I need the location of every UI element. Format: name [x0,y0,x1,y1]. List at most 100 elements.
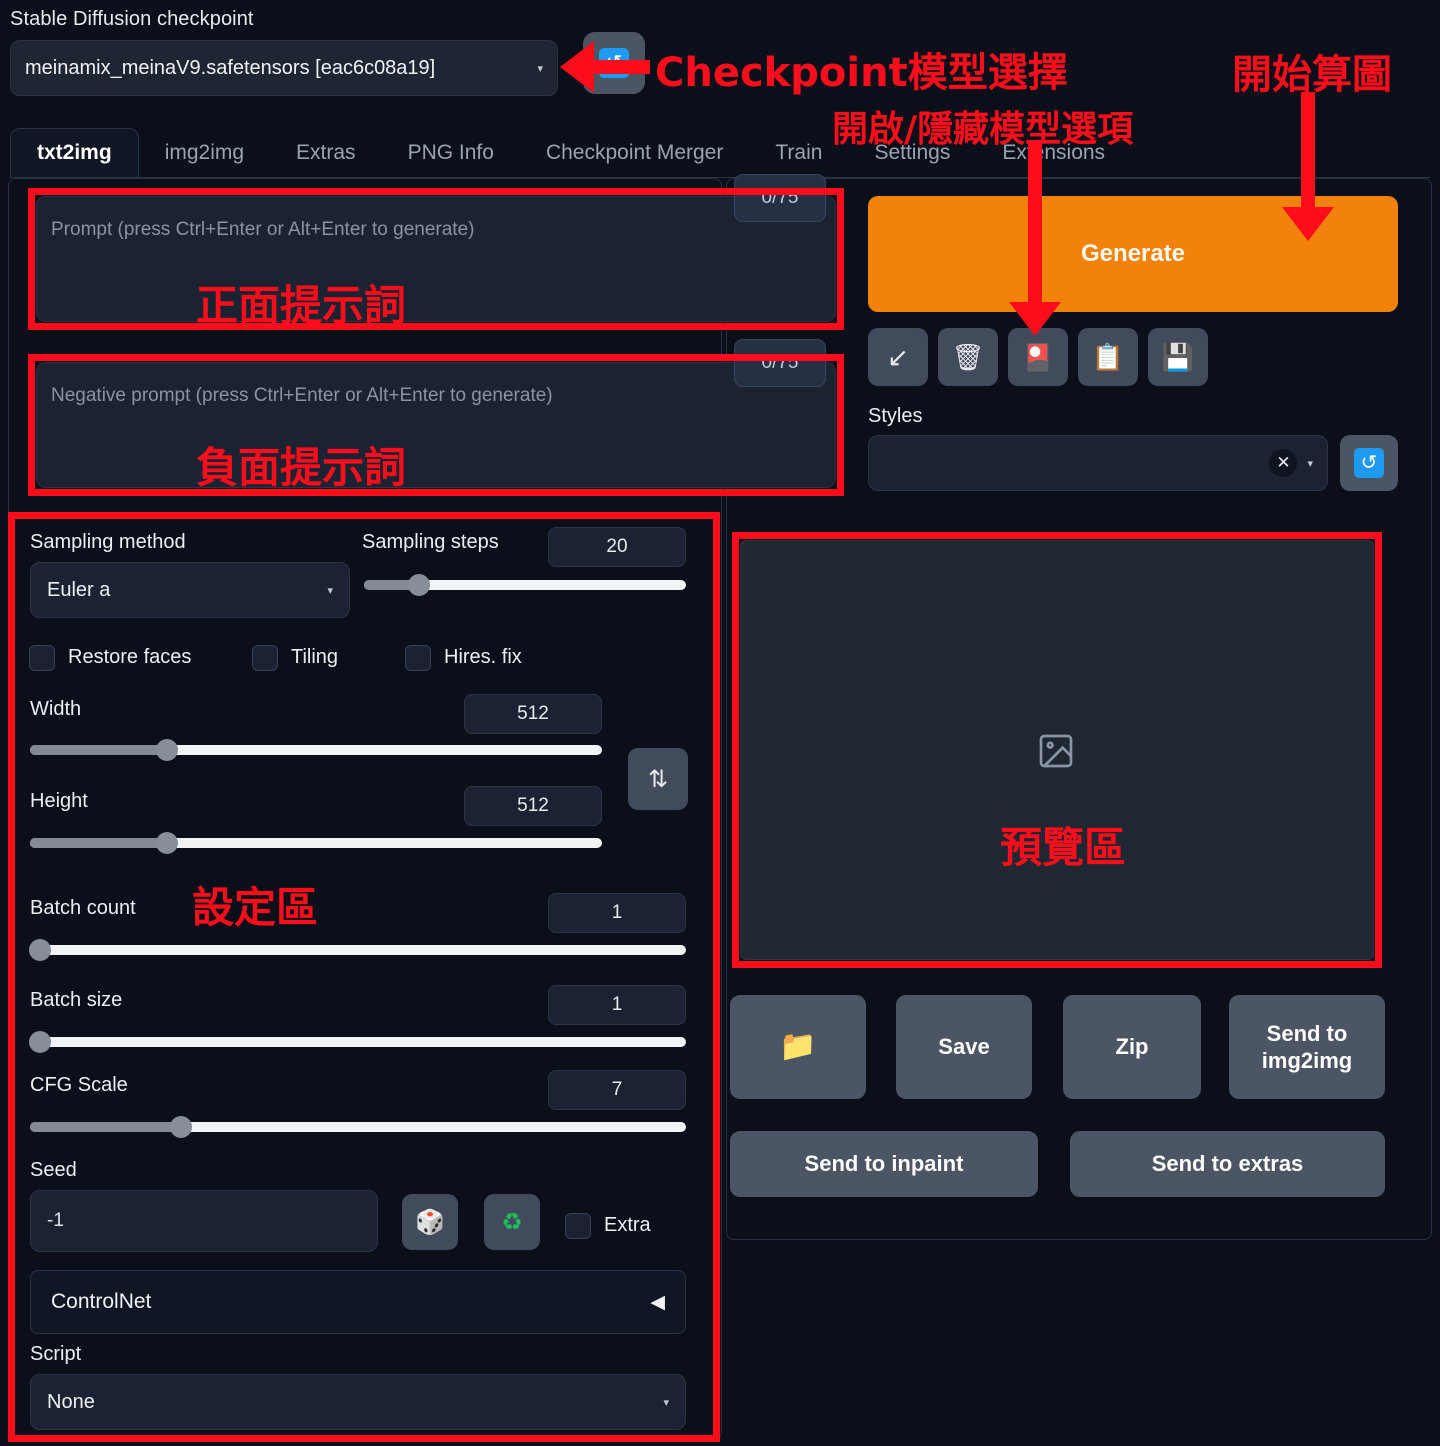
chevron-down-icon: ▾ [327,584,333,597]
triangle-left-icon: ◀ [650,1291,665,1313]
batch-size-value[interactable]: 1 [548,985,686,1025]
batch-size-slider[interactable] [28,1031,686,1053]
style-card-icon: 🎴 [1021,341,1055,372]
zip-button[interactable]: Zip [1063,995,1201,1099]
batch-count-value[interactable]: 1 [548,893,686,933]
cfg-scale-label: CFG Scale [30,1074,128,1096]
script-select[interactable]: None ▾ [30,1374,686,1430]
width-value[interactable]: 512 [464,694,602,734]
refresh-icon: ↺ [1354,448,1384,478]
tiling-checkbox[interactable] [252,645,278,671]
cfg-scale-slider[interactable] [30,1116,686,1138]
tab-txt2img[interactable]: txt2img [10,128,139,178]
dice-icon: 🎲 [415,1208,445,1236]
image-placeholder-icon [1039,734,1073,768]
batch-count-slider[interactable] [28,939,686,961]
restore-faces-checkbox[interactable] [29,645,55,671]
send-to-inpaint-button[interactable]: Send to inpaint [730,1131,1038,1197]
height-slider[interactable] [30,832,602,854]
clipboard-icon: 📋 [1091,341,1125,372]
tab-img2img[interactable]: img2img [139,129,270,178]
style-card-icon-button[interactable]: 🎴 [1008,328,1068,386]
trash-icon-button[interactable]: 🗑 [938,328,998,386]
slider-knob[interactable] [407,574,430,596]
styles-label: Styles [868,405,923,427]
sampling-steps-slider[interactable] [364,574,686,596]
sampling-steps-value[interactable]: 20 [548,527,686,567]
prompt-placeholder: Prompt (press Ctrl+Enter or Alt+Enter to… [51,219,475,240]
tiling-label: Tiling [291,646,339,668]
refresh-icon: ↺ [599,48,629,78]
extra-seed-checkbox[interactable] [565,1213,591,1239]
cfg-scale-value[interactable]: 7 [548,1070,686,1110]
slider-knob[interactable] [28,939,51,961]
tab-train[interactable]: Train [749,129,848,178]
tab-png-info[interactable]: PNG Info [382,129,520,178]
controlnet-label: ControlNet [51,1290,152,1313]
chevron-down-icon: ▾ [537,62,543,75]
close-icon[interactable]: ✕ [1269,449,1298,477]
folder-icon: 📁 [779,1030,817,1064]
checkpoint-value: meinamix_meinaV9.safetensors [eac6c08a19… [25,56,436,79]
open-folder-button[interactable]: 📁 [730,995,866,1099]
clipboard-icon-button[interactable]: 📋 [1078,328,1138,386]
height-value[interactable]: 512 [464,786,602,826]
seed-value: -1 [47,1210,64,1231]
extra-seed-label: Extra [604,1214,651,1236]
random-seed-button[interactable]: 🎲 [402,1194,458,1250]
tab-extensions[interactable]: Extensions [976,129,1131,178]
send-to-extras-button[interactable]: Send to extras [1070,1131,1385,1197]
prompt-token-counter: 0/75 [734,174,826,222]
generate-button[interactable]: Generate [868,196,1398,312]
swap-dimensions-button[interactable]: ⇅ [628,748,688,810]
sampling-method-value: Euler a [47,578,111,601]
checkpoint-select[interactable]: meinamix_meinaV9.safetensors [eac6c08a19… [10,40,558,96]
styles-dropdown[interactable]: ✕ ▾ [868,435,1328,491]
styles-refresh-button[interactable]: ↺ [1340,435,1398,491]
slider-knob[interactable] [156,832,179,854]
script-label: Script [30,1343,82,1365]
chevron-down-icon: ▾ [663,1396,669,1409]
batch-count-label: Batch count [30,897,136,919]
sampling-method-select[interactable]: Euler a ▾ [30,562,350,618]
app-root: Stable Diffusion checkpoint meinamix_mei… [0,0,1440,1446]
annotation-checkpoint-select: Checkpoint模型選擇 [655,50,1068,96]
save-button[interactable]: Save [896,995,1032,1099]
batch-size-label: Batch size [30,989,123,1011]
swap-arrows-icon: ⇅ [647,765,669,793]
reuse-seed-button[interactable]: ♻ [484,1194,540,1250]
width-slider[interactable] [30,739,602,761]
image-preview-area[interactable] [740,540,1374,960]
sampling-steps-label: Sampling steps [362,531,499,553]
seed-label: Seed [30,1159,77,1181]
slider-fill [30,745,168,755]
seed-input[interactable]: -1 [30,1190,378,1252]
checkpoint-refresh-button[interactable]: ↺ [583,32,645,94]
sampling-method-label: Sampling method [30,531,186,553]
negative-prompt-token-counter: 0/75 [734,339,826,387]
slider-knob[interactable] [28,1031,51,1053]
prompt-textarea[interactable]: Prompt (press Ctrl+Enter or Alt+Enter to… [36,196,836,322]
arrow-down-left-icon: ↙ [887,341,909,372]
negative-prompt-placeholder: Negative prompt (press Ctrl+Enter or Alt… [51,385,553,406]
send-to-img2img-button[interactable]: Send to img2img [1229,995,1385,1099]
slider-knob[interactable] [156,739,179,761]
controlnet-accordion[interactable]: ControlNet ◀ [30,1270,686,1334]
checkpoint-row: meinamix_meinaV9.safetensors [eac6c08a19… [10,40,558,96]
slider-knob[interactable] [169,1116,192,1138]
script-value: None [47,1390,95,1413]
hires-fix-label: Hires. fix [444,646,522,668]
tab-extras[interactable]: Extras [270,129,382,178]
negative-prompt-textarea[interactable]: Negative prompt (press Ctrl+Enter or Alt… [36,362,836,488]
hires-fix-checkbox[interactable] [405,645,431,671]
annotation-start-generate: 開始算圖 [1232,52,1392,98]
main-tabbar: txt2img img2img Extras PNG Info Checkpoi… [10,126,1430,178]
tab-checkpoint-merger[interactable]: Checkpoint Merger [520,129,749,178]
send-to-img2img-line2: img2img [1261,1048,1353,1073]
floppy-disk-icon: 💾 [1161,341,1195,372]
slider-fill [30,838,168,848]
tab-settings[interactable]: Settings [848,129,976,178]
floppy-disk-icon-button[interactable]: 💾 [1148,328,1208,386]
checkpoint-label: Stable Diffusion checkpoint [10,8,254,30]
arrow-down-left-icon-button[interactable]: ↙ [868,328,928,386]
